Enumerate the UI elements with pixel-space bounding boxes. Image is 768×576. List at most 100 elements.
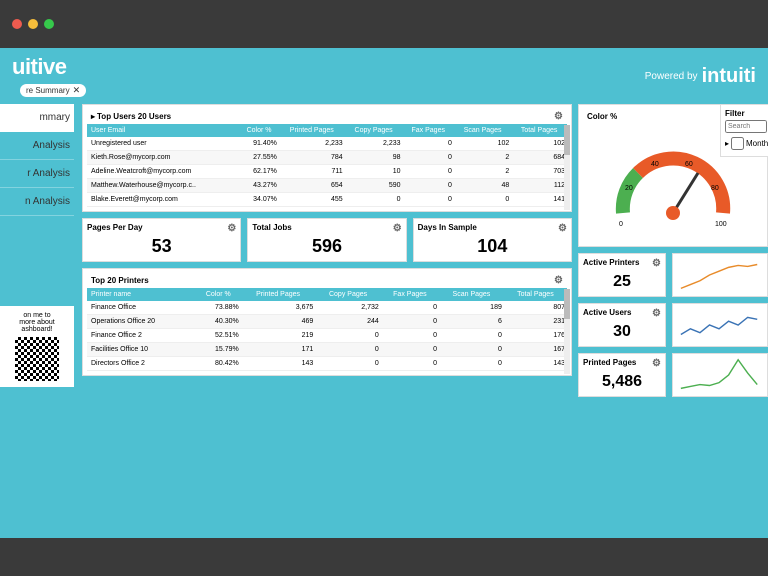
tab-chip[interactable]: re Summary ✕: [20, 84, 86, 97]
kpi-row: Pages Per Day⚙ 53 Total Jobs⚙ 596 Days I…: [82, 218, 572, 262]
sidebar-item-analysis-3[interactable]: n Analysis: [0, 188, 74, 216]
table-cell: 0: [345, 193, 403, 207]
gear-icon[interactable]: ⚙: [558, 223, 567, 234]
table-row[interactable]: Finance Office73.88%3,6752,7320189807: [87, 301, 567, 315]
table-cell: Directors Office 2: [87, 357, 196, 371]
qr-text-2: more about: [6, 319, 68, 326]
table-cell: 48: [454, 179, 511, 193]
kpi-value: 104: [418, 236, 567, 257]
table-header[interactable]: Copy Pages: [345, 124, 403, 137]
table-cell: Blake.Everett@mycorp.com: [87, 193, 239, 207]
kpi-active-users: Active Users ⚙ 30: [578, 303, 666, 347]
filter-panel: Filter ▸ Month: [720, 104, 768, 157]
kpi-label: Active Users: [583, 308, 631, 319]
table-cell: 455: [279, 193, 345, 207]
table-row[interactable]: Blake.Everett@mycorp.com34.07%455000141: [87, 193, 567, 207]
table-row[interactable]: Operations Office 2040.30%46924406231: [87, 315, 567, 329]
table-cell: 2: [454, 165, 511, 179]
table-cell: 0: [439, 329, 504, 343]
kpi-value: 53: [87, 236, 236, 257]
table-cell: 0: [315, 357, 380, 371]
table-row[interactable]: Directors Office 280.42%143000143: [87, 357, 567, 371]
table-cell: 0: [403, 165, 454, 179]
table-cell: 784: [279, 151, 345, 165]
table-cell: 62.17%: [239, 165, 279, 179]
table-header[interactable]: Total Pages: [511, 124, 567, 137]
table-header[interactable]: Scan Pages: [454, 124, 511, 137]
tab-label: re Summary: [26, 86, 70, 95]
gear-icon[interactable]: ⚙: [393, 223, 402, 234]
kpi-value: 30: [583, 323, 661, 341]
svg-text:60: 60: [685, 161, 693, 168]
table-cell: 469: [241, 315, 316, 329]
gauge-title: Color %: [587, 112, 617, 121]
kpi-pages-per-day: Pages Per Day⚙ 53: [82, 218, 241, 262]
top-users-panel: ▸Top Users 20 Users ⚙ User EmailColor %P…: [82, 104, 572, 212]
expand-arrow-icon[interactable]: ▸: [91, 112, 95, 121]
qr-code-icon: [15, 337, 59, 381]
gear-icon[interactable]: ⚙: [652, 258, 661, 269]
table-cell: 0: [439, 357, 504, 371]
sparkline-printed-pages: [672, 353, 768, 397]
table-row[interactable]: Finance Office 252.51%219000176: [87, 329, 567, 343]
sidebar: mmary Analysis r Analysis n Analysis on …: [0, 104, 74, 397]
table-header[interactable]: Printed Pages: [279, 124, 345, 137]
table-cell: 0: [381, 329, 439, 343]
table-row[interactable]: Facilities Office 1015.79%171000167: [87, 343, 567, 357]
table-cell: 143: [504, 357, 567, 371]
table-row[interactable]: Adeline.Weatcroft@mycorp.com62.17%711100…: [87, 165, 567, 179]
gear-icon[interactable]: ⚙: [652, 308, 661, 319]
table-cell: 0: [403, 193, 454, 207]
table-header[interactable]: Color %: [239, 124, 279, 137]
gear-icon[interactable]: ⚙: [227, 223, 236, 234]
kpi-printed-pages: Printed Pages⚙ 5,486: [578, 353, 666, 397]
app-frame: uitive re Summary ✕ Powered by intuiti m…: [0, 48, 768, 538]
table-header[interactable]: Printer name: [87, 288, 196, 301]
table-row[interactable]: Unregistered user91.40%2,2332,2330102102: [87, 137, 567, 151]
sidebar-item-analysis-2[interactable]: r Analysis: [0, 160, 74, 188]
table-cell: 590: [345, 179, 403, 193]
gear-icon[interactable]: ⚙: [554, 111, 563, 122]
kpi-total-jobs: Total Jobs⚙ 596: [247, 218, 406, 262]
table-header[interactable]: Fax Pages: [403, 124, 454, 137]
sidebar-item-analysis-1[interactable]: Analysis: [0, 132, 74, 160]
table-cell: Operations Office 20: [87, 315, 196, 329]
table-header[interactable]: Scan Pages: [439, 288, 504, 301]
scrollbar-thumb[interactable]: [564, 125, 570, 155]
table-cell: 0: [439, 343, 504, 357]
filter-search-input[interactable]: [725, 120, 767, 133]
window-max-dot[interactable]: [44, 19, 54, 29]
table-row[interactable]: Kieth.Rose@mycorp.com27.55%7849802684: [87, 151, 567, 165]
kpi-active-printers: Active Printers⚙ 25: [578, 253, 666, 297]
sidebar-item-summary[interactable]: mmary: [0, 104, 74, 132]
powered-by-logo: intuiti: [702, 65, 756, 88]
table-row[interactable]: Matthew.Waterhouse@mycorp.c..43.27%65459…: [87, 179, 567, 193]
expand-caret-icon[interactable]: ▸: [725, 139, 729, 148]
table-cell: 167: [504, 343, 567, 357]
gear-icon[interactable]: ⚙: [652, 358, 661, 369]
topbar: uitive re Summary ✕ Powered by intuiti: [0, 48, 768, 104]
table-cell: 0: [381, 343, 439, 357]
gear-icon[interactable]: ⚙: [554, 275, 563, 286]
table-header[interactable]: User Email: [87, 124, 239, 137]
close-icon[interactable]: ✕: [73, 85, 81, 96]
table-header[interactable]: Total Pages: [504, 288, 567, 301]
table-cell: 2,233: [279, 137, 345, 151]
table-header[interactable]: Color %: [196, 288, 241, 301]
table-cell: 15.79%: [196, 343, 241, 357]
table-cell: 0: [315, 343, 380, 357]
table-header[interactable]: Copy Pages: [315, 288, 380, 301]
table-cell: 654: [279, 179, 345, 193]
table-cell: 0: [315, 329, 380, 343]
window-min-dot[interactable]: [28, 19, 38, 29]
table-header[interactable]: Printed Pages: [241, 288, 316, 301]
scrollbar-thumb[interactable]: [564, 289, 570, 319]
table-cell: 102: [511, 137, 567, 151]
table-header[interactable]: Fax Pages: [381, 288, 439, 301]
svg-text:40: 40: [651, 161, 659, 168]
table-cell: 43.27%: [239, 179, 279, 193]
table-cell: 0: [403, 151, 454, 165]
month-checkbox[interactable]: [731, 137, 744, 150]
window-close-dot[interactable]: [12, 19, 22, 29]
footer-bar: [0, 538, 768, 576]
